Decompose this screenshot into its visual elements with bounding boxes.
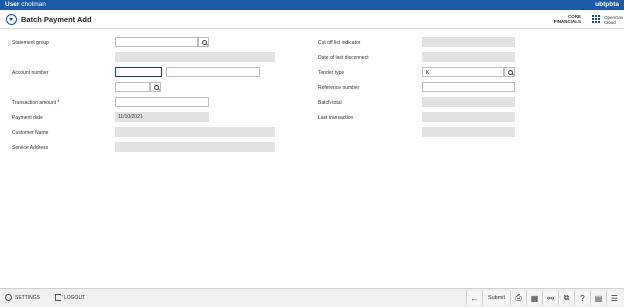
link-icon[interactable]: ⚯	[542, 291, 558, 305]
app-grid-icon[interactable]	[592, 15, 600, 23]
footer-bar: SETTINGS LOGOUT ← Submit ⎙ ▦ ⚯ ⧉ ? ▤ ☰	[0, 288, 624, 307]
required-mark: *	[57, 100, 60, 106]
tender-type-label: Tender type	[318, 70, 345, 76]
top-bar: User cholman ubtpbta	[0, 0, 624, 10]
payment-date-label: Payment date	[12, 115, 43, 121]
last-disconnect-label: Date of last disconnect	[318, 55, 369, 61]
logout-label: LOGOUT	[64, 294, 86, 301]
cutoff-list-indicator-label: Cut off list indicator	[318, 40, 361, 46]
settings-button[interactable]: SETTINGS	[5, 294, 40, 301]
help-icon[interactable]: ?	[574, 291, 590, 305]
statement-group-label: Statement group	[12, 40, 49, 46]
customer-name-field	[115, 127, 275, 137]
last-transaction-field	[422, 112, 515, 122]
logout-button[interactable]: LOGOUT	[55, 292, 86, 301]
tender-type-search-icon[interactable]	[504, 67, 515, 77]
user-prefix: User	[5, 1, 20, 8]
opengov-cloud-label[interactable]: OpenGov Cloud	[604, 15, 623, 25]
grid-icon[interactable]: ▦	[526, 291, 542, 305]
tender-type-input[interactable]: K	[422, 67, 504, 77]
print-icon[interactable]: ⎙	[510, 291, 526, 305]
last-transaction-extra-field	[422, 127, 515, 137]
payment-date-field: 11/10/2021	[115, 112, 209, 122]
service-address-field	[115, 142, 275, 152]
batch-total-field	[422, 97, 515, 107]
toolbar: ← Submit ⎙ ▦ ⚯ ⧉ ? ▤ ☰	[466, 291, 622, 305]
batch-total-label: Batch total	[318, 100, 342, 106]
customer-name-label: Customer Name	[12, 130, 49, 136]
calendar-icon[interactable]: ▤	[590, 291, 606, 305]
cutoff-list-indicator-field	[422, 37, 515, 47]
user-indicator: User cholman	[5, 1, 46, 8]
service-address-label: Service Address	[12, 145, 49, 151]
statement-group-description	[115, 52, 275, 62]
records-icon[interactable]: ⧉	[558, 291, 574, 305]
account-number-label: Account number	[12, 70, 49, 76]
core-financials-label: CORE FINANCIALS	[545, 14, 581, 24]
page-title: Batch Payment Add	[21, 15, 92, 24]
account-number-lookup-input[interactable]	[115, 82, 150, 92]
back-arrow-icon[interactable]: ←	[466, 291, 482, 305]
submit-button[interactable]: Submit	[482, 291, 510, 305]
reference-number-input[interactable]	[422, 82, 515, 92]
statement-group-input[interactable]	[115, 37, 198, 47]
gear-icon	[5, 294, 12, 301]
transaction-amount-label: Transaction amount *	[12, 100, 59, 106]
transaction-amount-input[interactable]	[115, 97, 209, 107]
last-transaction-label: Last transaction	[318, 115, 354, 121]
account-number-secondary-input[interactable]	[166, 67, 260, 77]
reference-number-label: Reference number	[318, 85, 360, 91]
collapse-menu-icon[interactable]	[6, 14, 17, 25]
settings-label: SETTINGS	[15, 294, 41, 301]
account-number-input[interactable]	[115, 67, 162, 77]
transaction-amount-label-text: Transaction amount	[12, 100, 57, 106]
account-number-search-icon[interactable]	[150, 82, 161, 92]
page-header: Batch Payment Add CORE FINANCIALS OpenGo…	[0, 10, 624, 29]
statement-group-search-icon[interactable]	[198, 37, 209, 47]
core-label-line2: FINANCIALS	[553, 19, 581, 24]
brand-name: ubtpbta	[595, 1, 619, 8]
menu-icon[interactable]: ☰	[606, 291, 622, 305]
last-disconnect-field	[422, 52, 515, 62]
og-label-line2: Cloud	[604, 20, 616, 25]
user-name: cholman	[21, 1, 46, 8]
logout-icon	[55, 292, 65, 301]
